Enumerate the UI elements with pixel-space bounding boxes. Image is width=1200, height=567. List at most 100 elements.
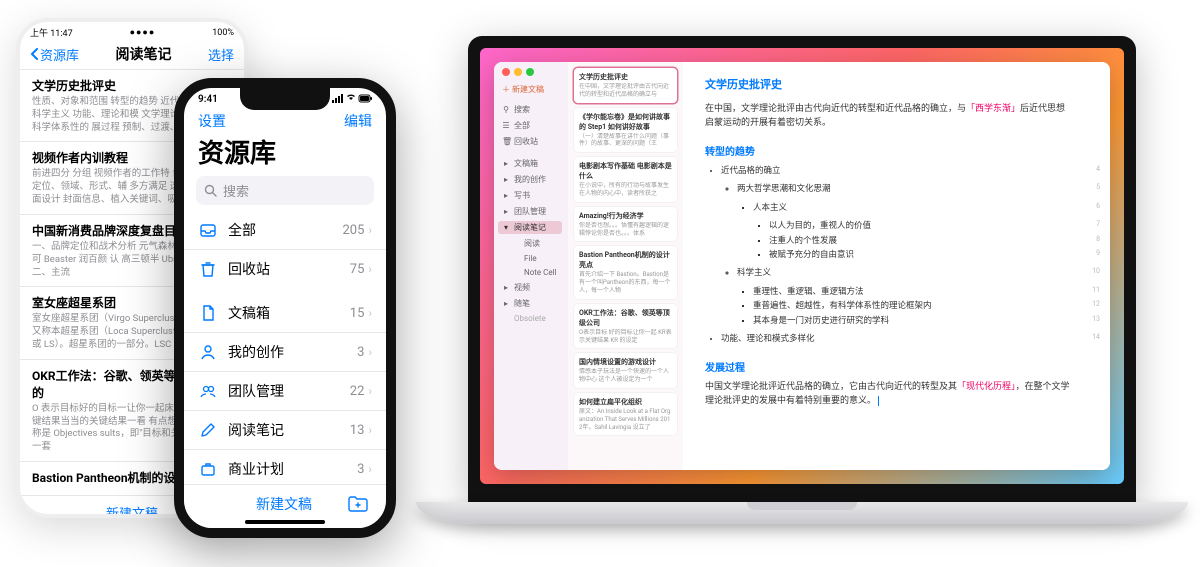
- card-title: 如何建立扁平化组织: [579, 397, 672, 407]
- sidebar-folder[interactable]: ▸写书: [502, 189, 562, 202]
- note-card[interactable]: 国内情境设置的游戏设计情感本子玩法是一个快速的一个人物中心 这个人被设定为一个: [574, 353, 677, 388]
- search-input[interactable]: 搜索: [196, 176, 374, 205]
- folder-count: 3: [357, 345, 364, 360]
- folder-row-book[interactable]: 写书17›: [184, 527, 386, 538]
- folder-count: 205: [342, 223, 364, 238]
- text-cursor: [878, 396, 879, 406]
- new-doc-button[interactable]: 新建文稿: [220, 494, 348, 514]
- sidebar-folder[interactable]: ▸文稿箱: [502, 157, 562, 170]
- page-title: 资源库: [184, 131, 386, 176]
- card-title: OKR工作法：谷歌、领英等顶级公司: [579, 308, 672, 328]
- note-card[interactable]: 文学历史批评史在中国，文学理论批评由古代向近代的转型和近代品格的确立与: [574, 68, 677, 103]
- new-folder-button[interactable]: [348, 496, 368, 512]
- sidebar-item[interactable]: 🗑回收站: [502, 135, 562, 148]
- notch: [240, 88, 330, 110]
- folder-row-person[interactable]: 我的创作3›: [184, 332, 386, 371]
- outline-item: 人本主义6以人为目的，重视人的价值7注重人的个性发展8被赋予充分的自由意识9: [753, 201, 1074, 263]
- minimize-icon[interactable]: [514, 68, 522, 76]
- chevron-right-icon: ›: [368, 384, 372, 398]
- sidebar-folder[interactable]: Note Cell: [502, 267, 562, 278]
- sidebar-folder[interactable]: Obsolete: [502, 313, 562, 324]
- bin-icon: [198, 260, 218, 278]
- sidebar-folder[interactable]: File: [502, 253, 562, 264]
- doc-h2: 转型的趋势: [705, 143, 1074, 158]
- chevron-right-icon: ›: [368, 223, 372, 237]
- doc-outline: 近代品格的确立4两大哲学思潮和文化思潮5人本主义6以人为目的，重视人的价值7注重…: [705, 164, 1074, 347]
- card-title: 《学尔能忘卷》是如何讲故事的 Step1 如何讲好故事: [579, 112, 672, 132]
- outline-item: 近代品格的确立4两大哲学思潮和文化思潮5人本主义6以人为目的，重视人的价值7注重…: [721, 164, 1074, 328]
- folder-label: 写书: [228, 537, 350, 538]
- folder-count: 22: [350, 384, 365, 399]
- outline-item: 科学主义10重理性、重逻辑、重逻辑方法11重普遍性、超越性，有科学体系性的理论框…: [737, 266, 1074, 328]
- select-button[interactable]: 选择: [208, 45, 234, 64]
- card-preview: 在中国，文学理论批评由古代向近代的转型和近代品格的确立与: [579, 83, 672, 99]
- tray-icon: [198, 221, 218, 239]
- status-icons: [332, 94, 372, 105]
- sidebar: ＋ 新建文稿 ⚲搜索 ☰全部 🗑回收站 ▸文稿箱 ▸我的创作 ▸写书 ▸团队管理 ▾阅读笔记…: [494, 62, 568, 470]
- card-title: Bastion Pantheon机制的设计亮点: [579, 250, 672, 270]
- chevron-right-icon: ›: [368, 462, 372, 476]
- card-preview: 在小说中，所有的行动与故事发生在人物的内心中，读者所获之: [579, 182, 672, 198]
- laptop-screen: ＋ 新建文稿 ⚲搜索 ☰全部 🗑回收站 ▸文稿箱 ▸我的创作 ▸写书 ▸团队管理 ▾阅读笔记…: [468, 36, 1136, 502]
- folder-label: 商业计划: [228, 459, 357, 479]
- folder-count: 15: [350, 306, 365, 321]
- doc-icon: [198, 304, 218, 322]
- folder-row-people[interactable]: 团队管理22›: [184, 371, 386, 410]
- note-card-list[interactable]: 文学历史批评史在中国，文学理论批评由古代向近代的转型和近代品格的确立与《学尔能忘…: [568, 62, 683, 470]
- fullscreen-icon[interactable]: [526, 68, 534, 76]
- outline-item: 两大哲学思潮和文化思潮5人本主义6以人为目的，重视人的价值7注重人的个性发展8被…: [737, 182, 1074, 262]
- chevron-right-icon: ›: [368, 423, 372, 437]
- people-icon: [198, 382, 218, 400]
- settings-button[interactable]: 设置: [198, 111, 226, 131]
- sidebar-folder[interactable]: ▸视频: [502, 281, 562, 294]
- card-preview: （一）清楚故事在讲什么问题（事件）的故事、更深的问题（王: [579, 133, 672, 149]
- outline-item: 重理性、重逻辑、重逻辑方法11: [753, 285, 1074, 299]
- note-card[interactable]: Bastion Pantheon机制的设计亮点首先介绍一下 Bastion。Ba…: [574, 246, 677, 298]
- sidebar-folder[interactable]: ▸随笔: [502, 297, 562, 310]
- edit-button[interactable]: 编辑: [344, 111, 372, 131]
- sidebar-folder[interactable]: ▾阅读笔记: [498, 221, 562, 234]
- note-card[interactable]: Amazing!行为经济学你是否也想。。。悟懂有趣逻辑的逻辑悖论你是否也。。。体…: [574, 207, 677, 242]
- sidebar-item[interactable]: ⚲搜索: [502, 103, 562, 116]
- card-title: Amazing!行为经济学: [579, 211, 672, 221]
- folder-row-briefcase[interactable]: 商业计划3 ›: [184, 449, 386, 488]
- sidebar-folder[interactable]: ▸我的创作: [502, 173, 562, 186]
- doc-h1: 文学历史批评史: [705, 76, 1074, 92]
- back-button[interactable]: 资源库: [30, 45, 79, 64]
- nav-bar: 资源库 阅读笔记 选择: [20, 39, 244, 69]
- folder-row-bin[interactable]: 回收站75›: [184, 249, 386, 288]
- note-card[interactable]: 电影剧本写作基础 电影剧本是什么在小说中，所有的行动与故事发生在人物的内心中，读…: [574, 157, 677, 202]
- folder-row-doc[interactable]: 文稿箱15›: [184, 294, 386, 332]
- folder-row-tray[interactable]: 全部205›: [184, 211, 386, 249]
- close-icon[interactable]: [502, 68, 510, 76]
- folder-count: 3: [357, 462, 364, 477]
- card-title: 文学历史批评史: [579, 72, 672, 82]
- doc-p2: 中国文学理论批评近代品格的确立，它由古代向近代的转型及其「现代化历程」，在整个文…: [705, 380, 1074, 409]
- folder-label: 文稿箱: [228, 303, 350, 323]
- status-time: 上午 11:47: [30, 26, 73, 39]
- app-window: ＋ 新建文稿 ⚲搜索 ☰全部 🗑回收站 ▸文稿箱 ▸我的创作 ▸写书 ▸团队管理 ▾阅读笔记…: [494, 62, 1110, 470]
- traffic-lights[interactable]: [502, 68, 562, 76]
- card-preview: 情感本子玩法是一个快速的一个人物中心 这个人被设定为一个: [579, 368, 672, 384]
- folder-label: 我的创作: [228, 342, 357, 362]
- sidebar-folder[interactable]: ▸团队管理: [502, 205, 562, 218]
- note-card[interactable]: OKR工作法：谷歌、领英等顶级公司O表示目标 好的目标让你一起 KR表示关键结果…: [574, 304, 677, 349]
- status-time: 9:41: [198, 94, 218, 105]
- folder-row-pencil[interactable]: 阅读笔记13›: [184, 410, 386, 449]
- sidebar-folder[interactable]: 阅读: [502, 237, 562, 250]
- outline-item: 其本身是一门对历史进行研究的学科13: [753, 314, 1074, 328]
- home-indicator[interactable]: [245, 520, 325, 524]
- card-preview: 你是否也想。。。悟懂有趣逻辑的逻辑悖论你是否也。。。体系: [579, 222, 672, 238]
- folder-label: 团队管理: [228, 381, 350, 401]
- doc-intro: 在中国，文学理论批评由古代向近代的转型和近代品格的确立，与「西学东渐」后近代思想…: [705, 102, 1074, 131]
- editor[interactable]: 文学历史批评史 在中国，文学理论批评由古代向近代的转型和近代品格的确立，与「西学…: [683, 62, 1110, 470]
- iphone: 9:41 设置 编辑 资源库 搜索 全部205›回收站75›文稿箱15›我的创作…: [174, 78, 396, 538]
- note-card[interactable]: 《学尔能忘卷》是如何讲故事的 Step1 如何讲好故事（一）清楚故事在讲什么问题…: [574, 108, 677, 153]
- new-doc-button[interactable]: ＋ 新建文稿: [502, 84, 562, 95]
- macbook: ＋ 新建文稿 ⚲搜索 ☰全部 🗑回收站 ▸文稿箱 ▸我的创作 ▸写书 ▸团队管理 ▾阅读笔记…: [416, 36, 1188, 524]
- sidebar-item[interactable]: ☰全部: [502, 119, 562, 132]
- note-card[interactable]: 如何建立扁平化组织原文：An Inside Look at a Flat Org…: [574, 393, 677, 435]
- card-preview: 原文：An Inside Look at a Flat Organization…: [579, 408, 672, 431]
- status-bar: 上午 11:47 ●●●● 100%: [20, 22, 244, 39]
- card-preview: O表示目标 好的目标让你一起 KR表示关键结果 KR 的设定: [579, 329, 672, 345]
